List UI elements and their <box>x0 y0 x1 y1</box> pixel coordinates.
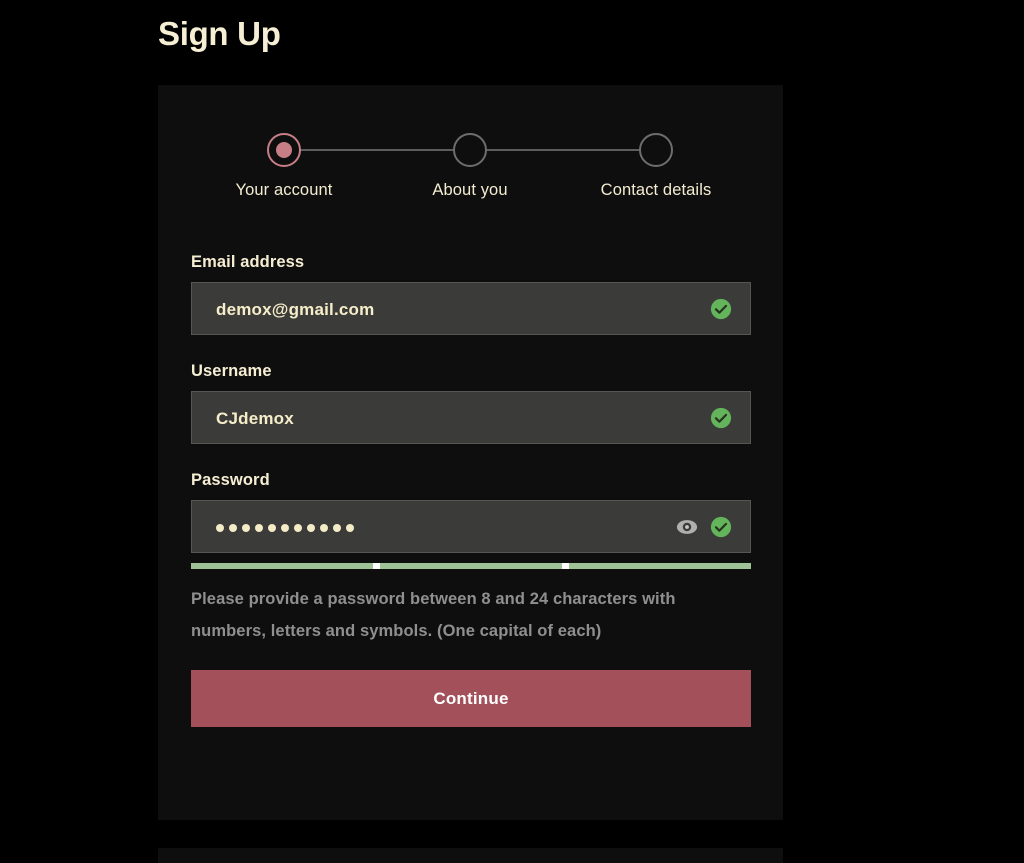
password-dot <box>307 523 315 532</box>
next-section-card <box>158 848 783 863</box>
check-circle-icon <box>710 298 732 319</box>
stepper-step-label: Contact details <box>600 181 712 199</box>
email-input[interactable]: demox@gmail.com <box>191 282 751 335</box>
password-label: Password <box>191 471 270 489</box>
username-value: CJdemox <box>216 409 294 428</box>
email-value: demox@gmail.com <box>216 300 375 319</box>
page-title: Sign Up <box>158 15 281 52</box>
password-dot <box>294 523 302 532</box>
stepper-step-your-account[interactable]: Your account <box>204 125 364 200</box>
signup-card: Your account About you Contact details E… <box>158 85 783 820</box>
password-dot <box>281 523 289 532</box>
password-strength-segment <box>380 563 562 569</box>
password-strength-divider <box>562 563 569 569</box>
password-dot <box>255 523 263 532</box>
eye-icon[interactable] <box>676 516 698 538</box>
password-strength-segment <box>191 563 373 569</box>
password-dot <box>268 523 276 532</box>
check-circle-icon <box>710 516 732 537</box>
password-strength-segment <box>569 563 751 569</box>
step-dot-icon <box>276 142 292 158</box>
stepper-step-label: Your account <box>235 181 333 199</box>
progress-stepper: Your account About you Contact details <box>158 125 783 225</box>
password-strength-meter <box>191 563 751 569</box>
password-dot <box>346 523 354 532</box>
signup-page: Sign Up Your account About you Contact d… <box>0 0 1024 863</box>
username-input[interactable]: CJdemox <box>191 391 751 444</box>
check-circle-icon <box>710 407 732 428</box>
password-dot <box>320 523 328 532</box>
field-password: Password Please provide a password betwe… <box>191 471 751 647</box>
field-email: Email address demox@gmail.com <box>191 253 751 335</box>
password-dot <box>242 523 250 532</box>
username-label: Username <box>191 362 272 380</box>
password-helper-text: Please provide a password between 8 and … <box>191 590 676 640</box>
password-input[interactable] <box>191 500 751 553</box>
field-username: Username CJdemox <box>191 362 751 444</box>
continue-button[interactable]: Continue <box>191 670 751 727</box>
step-circle-active-icon <box>267 133 301 167</box>
step-circle-icon <box>639 133 673 167</box>
email-label: Email address <box>191 253 305 271</box>
signup-form: Email address demox@gmail.com Username C… <box>191 253 751 727</box>
password-masked-value <box>216 501 354 554</box>
step-dot-icon <box>462 142 478 158</box>
password-dot <box>229 523 237 532</box>
step-dot-icon <box>648 142 664 158</box>
password-dot <box>333 523 341 532</box>
password-strength-divider <box>373 563 380 569</box>
stepper-step-contact-details[interactable]: Contact details <box>576 125 736 200</box>
password-dot <box>216 523 224 532</box>
stepper-step-about-you[interactable]: About you <box>390 125 550 200</box>
stepper-step-label: About you <box>432 181 508 199</box>
step-circle-icon <box>453 133 487 167</box>
